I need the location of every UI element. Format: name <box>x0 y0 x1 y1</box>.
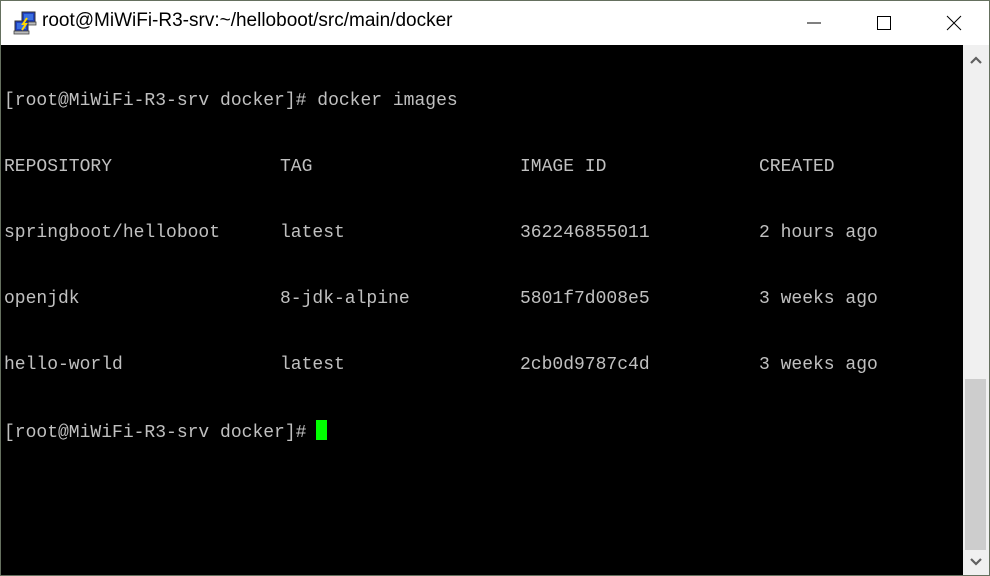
header-image-id: IMAGE ID <box>520 157 607 177</box>
table-row: springboot/helloboot latest 362246855011… <box>4 222 878 244</box>
command-line: [root@MiWiFi-R3-srv docker]# docker imag… <box>4 90 458 112</box>
cell-image-id: 5801f7d008e5 <box>520 289 650 309</box>
table-row: openjdk 8-jdk-alpine 5801f7d008e5 3 week… <box>4 288 878 310</box>
header-created: CREATED <box>759 157 835 177</box>
table-row: hello-world latest 2cb0d9787c4d 3 weeks … <box>4 354 878 376</box>
cell-image-id: 362246855011 <box>520 223 650 243</box>
terminal-output[interactable]: [root@MiWiFi-R3-srv docker]# docker imag… <box>1 45 963 575</box>
current-prompt-line[interactable]: [root@MiWiFi-R3-srv docker]# <box>4 420 458 443</box>
scroll-down-button[interactable] <box>963 549 989 575</box>
minimize-button[interactable] <box>779 1 849 45</box>
cell-repository: springboot/helloboot <box>4 223 221 243</box>
prompt: [root@MiWiFi-R3-srv docker]# <box>4 423 307 443</box>
terminal-window: root@MiWiFi-R3-srv:~/helloboot/src/main/… <box>0 0 990 576</box>
close-button[interactable] <box>919 1 989 45</box>
maximize-button[interactable] <box>849 1 919 45</box>
table-header-row: REPOSITORY TAG IMAGE ID CREATED <box>4 156 835 178</box>
maximize-icon <box>877 16 891 30</box>
header-tag: TAG <box>280 157 313 177</box>
scroll-up-button[interactable] <box>963 47 989 73</box>
title-bar[interactable]: root@MiWiFi-R3-srv:~/helloboot/src/main/… <box>1 1 989 45</box>
cell-repository: hello-world <box>4 355 123 375</box>
cell-tag: latest <box>280 223 345 243</box>
chevron-up-icon <box>970 56 982 64</box>
vertical-scrollbar[interactable] <box>963 45 989 575</box>
cell-tag: latest <box>280 355 345 375</box>
cell-repository: openjdk <box>4 289 80 309</box>
cell-image-id: 2cb0d9787c4d <box>520 355 650 375</box>
scrollbar-thumb[interactable] <box>965 379 986 550</box>
text-cursor <box>316 420 328 440</box>
header-repository: REPOSITORY <box>4 157 113 177</box>
chevron-down-icon <box>970 558 982 566</box>
window-title: root@MiWiFi-R3-srv:~/helloboot/src/main/… <box>42 10 453 31</box>
cell-tag: 8-jdk-alpine <box>280 289 410 309</box>
prompt: [root@MiWiFi-R3-srv docker]# <box>4 91 307 111</box>
cell-created: 3 weeks ago <box>759 355 878 375</box>
minimize-icon <box>807 22 821 24</box>
cell-created: 3 weeks ago <box>759 289 878 309</box>
close-icon <box>946 15 962 31</box>
cell-created: 2 hours ago <box>759 223 878 243</box>
command: docker images <box>317 91 458 111</box>
network-computers-icon <box>13 11 37 35</box>
